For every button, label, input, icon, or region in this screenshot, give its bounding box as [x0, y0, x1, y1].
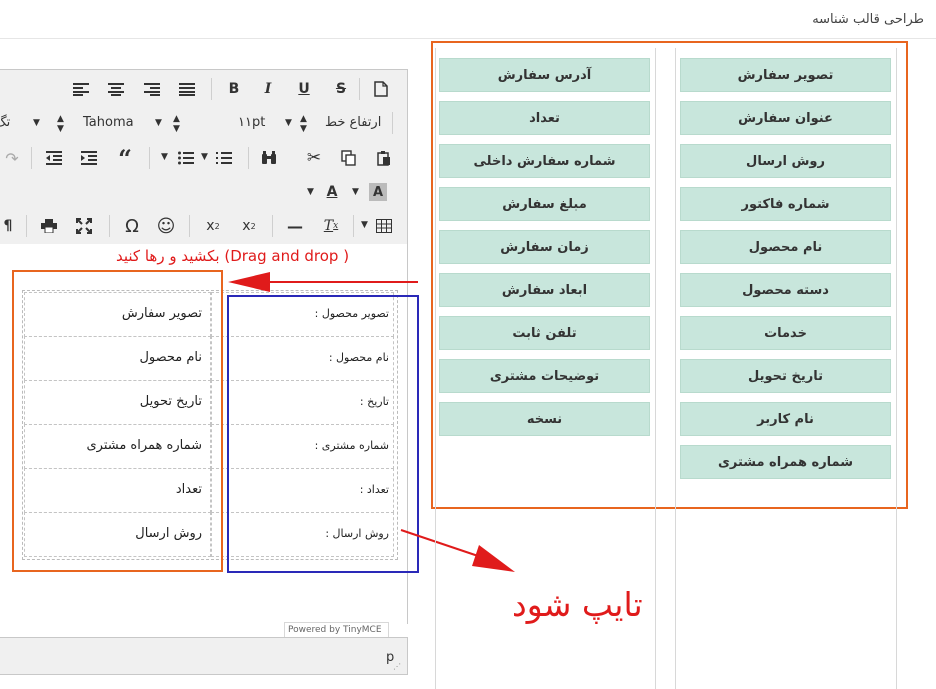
copy-icon[interactable] — [337, 147, 359, 169]
font-family-select[interactable]: Tahoma — [83, 115, 134, 130]
field-button[interactable]: تصویر سفارش — [680, 58, 891, 92]
find-replace-icon[interactable] — [258, 147, 280, 169]
column-divider — [675, 48, 676, 689]
special-character-icon[interactable]: Ω — [121, 215, 143, 237]
field-button[interactable]: نسخه — [439, 402, 650, 436]
align-center-icon[interactable] — [105, 78, 127, 100]
chevron-down-icon[interactable]: ▼ — [307, 187, 314, 197]
superscript-icon[interactable]: x2 — [238, 215, 260, 237]
toolbar-separator — [109, 215, 110, 237]
new-document-icon[interactable] — [370, 78, 392, 100]
emoticons-icon[interactable]: ☺ — [155, 215, 177, 237]
chevron-down-icon[interactable]: ▼ — [352, 187, 359, 197]
field-button[interactable]: تعداد — [439, 101, 650, 135]
column-divider — [896, 48, 897, 689]
field-button[interactable]: شماره سفارش داخلی — [439, 144, 650, 178]
toolbar-separator — [353, 215, 354, 237]
column-divider — [655, 48, 656, 689]
line-height-select[interactable]: ارتفاع خط — [325, 115, 381, 130]
page-title: طراحی قالب شناسه — [812, 12, 924, 27]
toolbar-separator — [248, 147, 249, 169]
font-size-spinner-icon[interactable]: ▲ ▼ — [173, 114, 180, 134]
outdent-icon[interactable] — [43, 147, 65, 169]
column-divider — [435, 48, 436, 689]
editor-toolbar: S U I B ارتفاع خط ▲ ▼ ▼ ۱۱pt ▲ ▼ ▼ Tahoma … — [0, 69, 408, 245]
field-button[interactable]: شماره همراه مشتری — [680, 445, 891, 479]
editor-statusbar — [0, 637, 408, 675]
toolbar-separator — [272, 215, 273, 237]
toolbar-separator — [189, 215, 190, 237]
field-button[interactable]: توضیحات مشتری — [439, 359, 650, 393]
font-size-select[interactable]: ۱۱pt — [238, 115, 265, 130]
rtl-direction-icon[interactable]: ¶ — [0, 215, 19, 237]
align-justify-icon[interactable] — [176, 78, 198, 100]
redo-icon[interactable]: ↷ — [1, 147, 23, 169]
background-color-icon[interactable]: A — [369, 183, 387, 201]
field-button[interactable]: تاریخ تحویل — [680, 359, 891, 393]
table-icon[interactable] — [373, 215, 395, 237]
print-icon[interactable] — [38, 215, 60, 237]
field-button[interactable]: تلفن ثابت — [439, 316, 650, 350]
field-button[interactable]: ابعاد سفارش — [439, 273, 650, 307]
underline-icon[interactable]: U — [293, 78, 315, 100]
chevron-down-icon[interactable]: ▼ — [33, 118, 40, 128]
chevron-down-icon[interactable]: ▼ — [155, 118, 162, 128]
field-button[interactable]: عنوان سفارش — [680, 101, 891, 135]
field-button[interactable]: آدرس سفارش — [439, 58, 650, 92]
clear-format-icon[interactable]: Tx — [320, 215, 342, 237]
indent-icon[interactable] — [78, 147, 100, 169]
annotation-box-labels — [227, 295, 419, 573]
format-select[interactable]: تگ — [0, 115, 10, 130]
align-right-icon[interactable] — [141, 78, 163, 100]
format-spinner-icon[interactable]: ▲ ▼ — [57, 114, 64, 134]
field-button[interactable]: شماره فاکتور — [680, 187, 891, 221]
bullet-list-icon[interactable] — [175, 147, 197, 169]
type-annotation: تایپ شود — [512, 585, 643, 624]
header-divider — [0, 38, 936, 39]
italic-icon[interactable]: I — [257, 78, 279, 100]
field-button[interactable]: زمان سفارش — [439, 230, 650, 264]
horizontal-rule-icon[interactable]: — — [284, 215, 306, 237]
field-button[interactable]: مبلغ سفارش — [439, 187, 650, 221]
drag-drop-annotation: بکشید و رها کنید (Drag and drop ) — [116, 247, 350, 265]
cut-icon[interactable]: ✂ — [303, 147, 325, 169]
powered-by-label: Powered by TinyMCE — [284, 622, 389, 637]
toolbar-separator — [26, 215, 27, 237]
chevron-down-icon[interactable]: ▼ — [285, 118, 292, 128]
toolbar-separator — [359, 78, 360, 100]
fullscreen-icon[interactable] — [73, 215, 95, 237]
strikethrough-icon[interactable]: S — [330, 78, 352, 100]
field-button[interactable]: دسته محصول — [680, 273, 891, 307]
field-button[interactable]: خدمات — [680, 316, 891, 350]
annotation-box-values — [12, 270, 223, 572]
line-height-spinner-icon[interactable]: ▲ ▼ — [300, 114, 307, 134]
align-left-icon[interactable] — [70, 78, 92, 100]
resize-handle-icon[interactable]: ⋰ — [393, 662, 401, 671]
blockquote-icon[interactable]: “ — [114, 144, 136, 173]
arrow-head-icon — [472, 545, 515, 572]
paste-icon[interactable] — [373, 147, 395, 169]
chevron-down-icon[interactable]: ▼ — [201, 152, 208, 162]
toolbar-separator — [31, 147, 32, 169]
toolbar-separator — [392, 112, 393, 134]
toolbar-separator — [211, 78, 212, 100]
chevron-down-icon[interactable]: ▼ — [361, 220, 368, 230]
field-button[interactable]: نام محصول — [680, 230, 891, 264]
numbered-list-icon[interactable] — [213, 147, 235, 169]
subscript-icon[interactable]: x2 — [202, 215, 224, 237]
text-color-icon[interactable]: A — [321, 181, 343, 203]
field-button[interactable]: روش ارسال — [680, 144, 891, 178]
bold-icon[interactable]: B — [223, 78, 245, 100]
toolbar-separator — [149, 147, 150, 169]
field-button[interactable]: نام کاربر — [680, 402, 891, 436]
chevron-down-icon[interactable]: ▼ — [161, 152, 168, 162]
